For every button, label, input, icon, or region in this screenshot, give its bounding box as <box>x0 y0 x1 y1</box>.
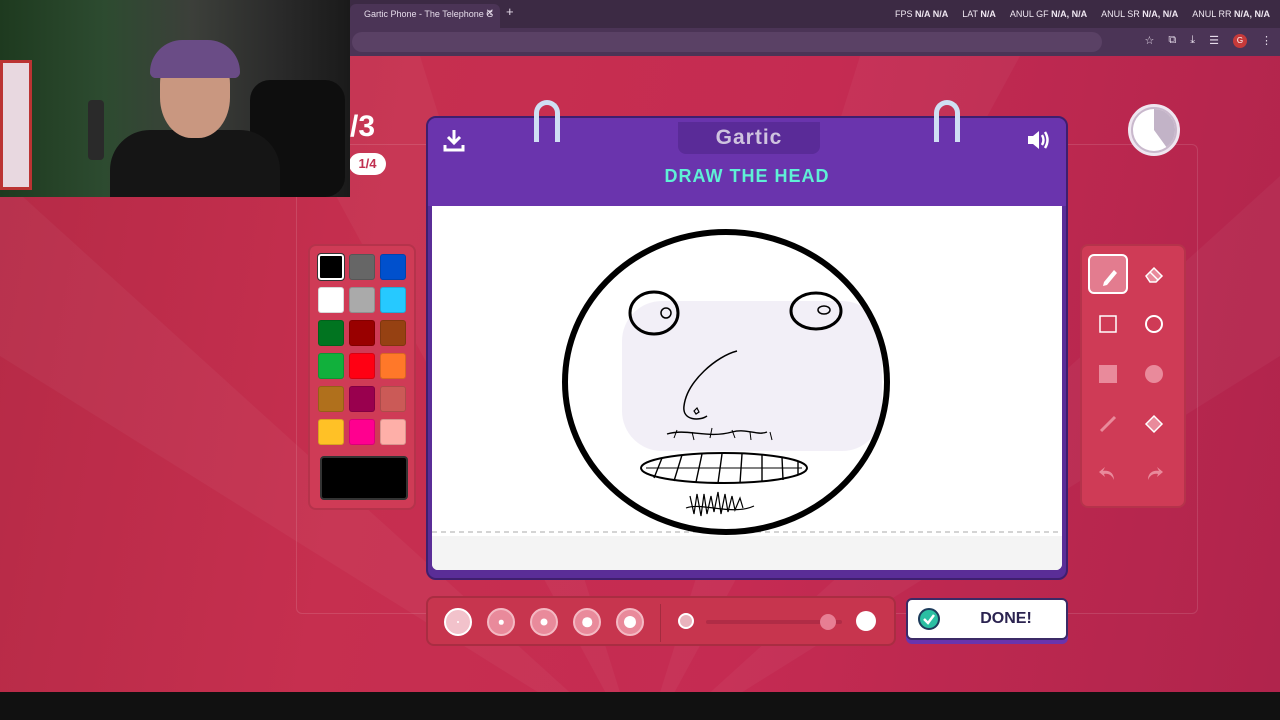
color-swatch[interactable] <box>318 353 344 379</box>
extensions-icon[interactable]: ⧉ <box>1168 34 1176 48</box>
circle-filled-icon <box>1145 365 1163 383</box>
media-queue-icon[interactable]: ☰ <box>1209 34 1219 48</box>
download-drawing-icon[interactable] <box>440 126 468 154</box>
stat-fps: FPS N/A N/A <box>895 9 949 19</box>
color-swatch[interactable] <box>380 353 406 379</box>
line-icon <box>1099 415 1117 433</box>
undo-tool[interactable] <box>1088 454 1128 494</box>
line-tool[interactable] <box>1088 404 1128 444</box>
new-tab-button[interactable]: + <box>506 4 514 19</box>
redo-icon <box>1148 467 1163 480</box>
rectangle-tool[interactable] <box>1088 304 1128 344</box>
done-label: DONE! <box>980 610 1032 627</box>
brush-size-dot <box>457 621 459 623</box>
webcam-overlay <box>0 0 350 197</box>
color-swatch[interactable] <box>380 320 406 346</box>
bottom-bar <box>0 692 1280 720</box>
brush-size-button[interactable] <box>487 608 515 636</box>
color-swatch[interactable] <box>349 320 375 346</box>
bookmark-star-icon[interactable]: ☆ <box>1145 34 1155 48</box>
color-swatch[interactable] <box>349 353 375 379</box>
color-swatch[interactable] <box>318 386 344 412</box>
round-pill: 1/4 <box>349 153 386 175</box>
stat-anul-sr: ANUL SR N/A, N/A <box>1101 9 1179 19</box>
opacity-min-icon <box>678 613 694 629</box>
stat-lat: LAT N/A <box>962 9 996 19</box>
tool-panel <box>1080 244 1186 508</box>
opacity-max-icon <box>856 611 876 631</box>
stat-anul-rr: ANUL RR N/A, N/A <box>1192 9 1270 19</box>
close-tab-icon[interactable]: ✕ <box>486 4 494 24</box>
brush-size-dot <box>624 616 636 628</box>
sound-icon[interactable] <box>1024 126 1052 154</box>
brush-size-dot <box>540 618 548 626</box>
color-swatch[interactable] <box>317 253 345 281</box>
color-swatch[interactable] <box>380 254 406 280</box>
panel-divider <box>660 604 661 642</box>
brush-size-button[interactable] <box>530 608 558 636</box>
fill-tool[interactable] <box>1134 404 1174 444</box>
tab-title: Gartic Phone - The Telephone G <box>364 9 494 19</box>
download-icon[interactable]: ⤓ <box>1190 34 1195 48</box>
screen: Gartic Phone - The Telephone G ✕ + FPS N… <box>0 0 1280 720</box>
color-swatch[interactable] <box>349 254 375 280</box>
color-swatch[interactable] <box>380 386 406 412</box>
gartic-logo: Gartic <box>678 122 820 154</box>
address-bar[interactable] <box>352 32 1102 52</box>
drawing-canvas[interactable] <box>432 206 1062 570</box>
profile-avatar[interactable]: G <box>1233 34 1247 48</box>
canvas-drawing <box>432 229 1062 570</box>
color-swatch[interactable] <box>380 419 406 445</box>
eraser-icon <box>1145 266 1164 283</box>
color-swatch[interactable] <box>318 419 344 445</box>
prompt-title: DRAW THE HEAD <box>664 166 830 186</box>
color-palette <box>308 244 416 510</box>
perf-stats: FPS N/A N/A LAT N/A ANUL GF N/A, N/A ANU… <box>895 9 1270 19</box>
round-counter: /3 <box>350 110 376 143</box>
webcam-bottle <box>88 100 104 160</box>
brush-size-button[interactable] <box>444 608 472 636</box>
brush-size-panel <box>426 596 896 646</box>
brush-size-dot <box>582 617 592 627</box>
pen-tool[interactable] <box>1088 254 1128 294</box>
board-ring-right <box>934 100 960 142</box>
stat-anul-gf: ANUL GF N/A, N/A <box>1009 9 1088 19</box>
color-swatch[interactable] <box>318 287 344 313</box>
timer-icon <box>1128 104 1180 156</box>
color-swatch[interactable] <box>349 419 375 445</box>
ellipse-tool[interactable] <box>1134 304 1174 344</box>
bucket-icon <box>1144 414 1164 434</box>
board-header: Gartic DRAW THE HEAD <box>428 118 1066 206</box>
redo-tool[interactable] <box>1134 454 1174 494</box>
undo-icon <box>1099 467 1114 480</box>
board-ring-left <box>534 100 560 142</box>
checkmark-icon <box>918 608 940 630</box>
filled-ellipse-tool[interactable] <box>1134 354 1174 394</box>
webcam-monitor <box>0 60 32 190</box>
canvas-watermark <box>622 301 882 451</box>
webcam-person-body <box>110 130 280 197</box>
menu-kebab-icon[interactable]: ⋮ <box>1261 34 1272 48</box>
drawing-board: Gartic DRAW THE HEAD <box>426 100 1068 580</box>
color-swatch[interactable] <box>349 287 375 313</box>
square-outline-icon <box>1099 315 1117 333</box>
webcam-headset <box>150 40 240 78</box>
square-filled-icon <box>1099 365 1117 383</box>
toolbar-icons: ☆ ⧉ ⤓ ☰ G ⋮ <box>1145 34 1272 48</box>
color-swatch[interactable] <box>380 287 406 313</box>
done-button[interactable]: DONE! <box>906 598 1068 640</box>
eraser-tool[interactable] <box>1134 254 1174 294</box>
color-swatch[interactable] <box>318 320 344 346</box>
brush-size-dot <box>498 619 504 625</box>
color-swatch[interactable] <box>349 386 375 412</box>
brush-size-button[interactable] <box>573 608 601 636</box>
browser-tab[interactable]: Gartic Phone - The Telephone G ✕ <box>350 4 500 28</box>
pencil-icon <box>1103 270 1117 286</box>
circle-outline-icon <box>1145 315 1163 333</box>
filled-rectangle-tool[interactable] <box>1088 354 1128 394</box>
brush-size-button[interactable] <box>616 608 644 636</box>
current-color-preview <box>320 456 408 500</box>
opacity-slider-thumb[interactable] <box>820 614 837 630</box>
